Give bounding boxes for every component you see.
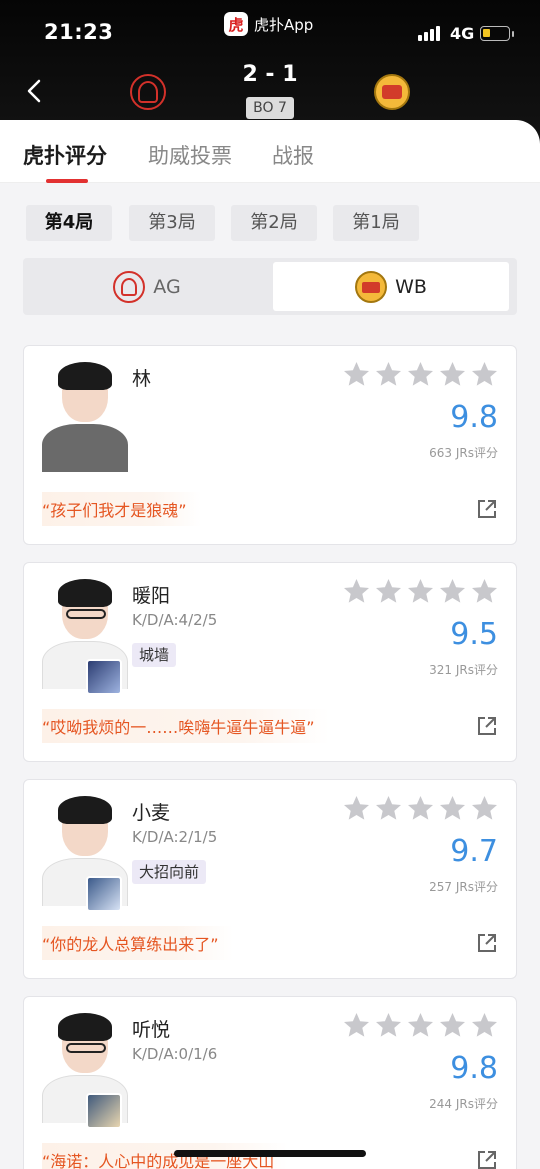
battery-icon xyxy=(480,26,510,41)
tab-bar: 虎扑评分 助威投票 战报 xyxy=(0,120,540,183)
network-label: 4G xyxy=(450,24,475,43)
status-time: 21:23 xyxy=(44,20,114,44)
round-3-button[interactable]: 第3局 xyxy=(129,205,215,241)
player-name: 林 xyxy=(132,368,152,390)
star-icon[interactable] xyxy=(406,360,435,389)
star-icon[interactable] xyxy=(470,794,499,823)
share-icon[interactable] xyxy=(476,1149,498,1169)
star-icon[interactable] xyxy=(342,794,371,823)
team-toggle: AG WB xyxy=(23,258,517,315)
tab-cheer-vote[interactable]: 助威投票 xyxy=(148,140,232,170)
player-kda: K/D/A:0/1/6 xyxy=(132,1045,218,1063)
round-2-button[interactable]: 第2局 xyxy=(231,205,317,241)
star-icon[interactable] xyxy=(374,794,403,823)
star-icon[interactable] xyxy=(406,1011,435,1040)
player-kda: K/D/A:2/1/5 xyxy=(132,828,218,846)
share-icon[interactable] xyxy=(476,932,498,954)
player-card[interactable]: 小麦 K/D/A:2/1/5 大招向前 9.7 257 JRs评分 “你的龙人总… xyxy=(23,779,517,979)
player-quote: “哎呦我烦的一……唉嗨牛逼牛逼牛逼” xyxy=(42,709,329,743)
team-ag-option[interactable]: AG xyxy=(27,262,267,311)
star-icon[interactable] xyxy=(470,577,499,606)
rating-count: 321 JRs评分 xyxy=(429,663,498,677)
share-icon[interactable] xyxy=(476,715,498,737)
star-icon[interactable] xyxy=(342,360,371,389)
player-rating: 9.8 xyxy=(450,1051,498,1086)
hero-icon xyxy=(86,876,122,912)
star-icon[interactable] xyxy=(342,577,371,606)
rating-count: 663 JRs评分 xyxy=(429,446,498,460)
team-wb-logo xyxy=(374,74,410,110)
rating-count: 257 JRs评分 xyxy=(429,880,498,894)
signal-icon xyxy=(418,26,440,41)
back-button[interactable] xyxy=(20,76,50,106)
star-icon[interactable] xyxy=(374,1011,403,1040)
app-name: 虎扑App xyxy=(254,15,314,34)
round-4-button[interactable]: 第4局 xyxy=(26,205,112,241)
rating-count: 244 JRs评分 xyxy=(429,1097,498,1111)
rating-list: 第4局 第3局 第2局 第1局 AG WB 林 9.8 663 JRs评分 “孩… xyxy=(0,183,540,1169)
star-icon[interactable] xyxy=(406,794,435,823)
rating-stars[interactable] xyxy=(342,794,499,823)
star-icon[interactable] xyxy=(438,1011,467,1040)
ag-logo-icon xyxy=(113,270,146,303)
wb-logo-icon xyxy=(355,270,388,303)
team-ag-label: AG xyxy=(153,275,181,298)
battery-tip xyxy=(512,31,514,37)
app-indicator: 虎 虎扑App xyxy=(224,12,313,36)
player-card[interactable]: 林 9.8 663 JRs评分 “孩子们我才是狼魂” xyxy=(23,345,517,545)
rating-stars[interactable] xyxy=(342,360,499,389)
star-icon[interactable] xyxy=(342,1011,371,1040)
hupu-logo-icon: 虎 xyxy=(224,12,248,36)
player-name: 小麦 xyxy=(132,802,171,824)
share-icon[interactable] xyxy=(476,498,498,520)
team-wb-label: WB xyxy=(395,275,427,298)
player-card[interactable]: 暖阳 K/D/A:4/2/5 城墙 9.5 321 JRs评分 “哎呦我烦的一…… xyxy=(23,562,517,762)
player-tag: 城墙 xyxy=(132,643,177,667)
player-tag: 大招向前 xyxy=(132,860,207,884)
round-1-button[interactable]: 第1局 xyxy=(333,205,419,241)
hero-icon xyxy=(86,659,122,695)
team-wb-option[interactable]: WB xyxy=(273,262,509,311)
star-icon[interactable] xyxy=(438,577,467,606)
tab-match-report[interactable]: 战报 xyxy=(272,140,314,170)
player-rating: 9.7 xyxy=(450,834,498,869)
player-rating: 9.5 xyxy=(450,617,498,652)
match-score: 2 - 1 xyxy=(242,62,298,87)
rating-stars[interactable] xyxy=(342,1011,499,1040)
home-indicator xyxy=(174,1150,366,1157)
main-content: 虎扑评分 助威投票 战报 第4局 第3局 第2局 第1局 AG WB 林 9.8… xyxy=(0,120,540,1169)
player-rating: 9.8 xyxy=(450,400,498,435)
player-card[interactable]: 听悦 K/D/A:0/1/6 9.8 244 JRs评分 “海诺：人心中的成见是… xyxy=(23,996,517,1169)
match-format-badge: BO 7 xyxy=(246,97,294,119)
player-name: 暖阳 xyxy=(132,585,171,607)
star-icon[interactable] xyxy=(438,794,467,823)
rating-stars[interactable] xyxy=(342,577,499,606)
star-icon[interactable] xyxy=(374,360,403,389)
player-quote: “你的龙人总算练出来了” xyxy=(42,926,233,960)
team-ag-logo xyxy=(130,74,166,110)
player-kda: K/D/A:4/2/5 xyxy=(132,611,218,629)
star-icon[interactable] xyxy=(406,577,435,606)
player-name: 听悦 xyxy=(132,1019,171,1041)
star-icon[interactable] xyxy=(470,360,499,389)
player-avatar xyxy=(42,362,128,472)
player-quote: “孩子们我才是狼魂” xyxy=(42,492,201,526)
star-icon[interactable] xyxy=(374,577,403,606)
tab-hupu-rating[interactable]: 虎扑评分 xyxy=(23,140,107,170)
star-icon[interactable] xyxy=(438,360,467,389)
hero-icon xyxy=(86,1093,122,1129)
star-icon[interactable] xyxy=(470,1011,499,1040)
